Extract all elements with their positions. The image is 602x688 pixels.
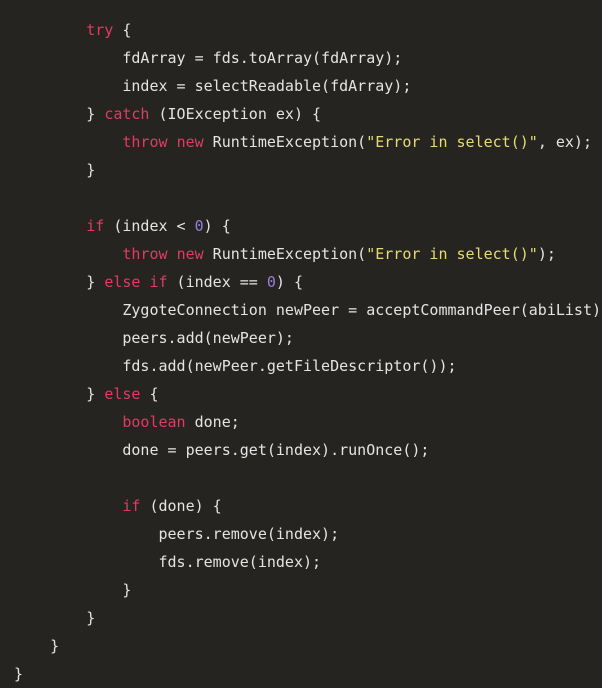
code-line[interactable]: index = selectReadable(fdArray); [0, 72, 602, 100]
code-token-kw: if [86, 217, 105, 235]
code-token-plain: } [50, 637, 60, 655]
code-token-plain: RuntimeException( [203, 245, 367, 263]
code-token-plain: (index == [167, 273, 267, 291]
code-token-kw: else [104, 273, 141, 291]
code-token-plain: } [14, 665, 24, 683]
code-token-plain: { [113, 21, 132, 39]
code-token-plain: fdArray = fds.toArray(fdArray); [122, 49, 403, 67]
code-token-kw: throw [122, 133, 168, 151]
code-line[interactable]: boolean done; [0, 408, 602, 436]
code-token-kw: new [176, 245, 204, 263]
code-token-num: 0 [194, 217, 204, 235]
code-line[interactable]: } catch (IOException ex) { [0, 100, 602, 128]
code-line[interactable]: ZygoteConnection newPeer = acceptCommand… [0, 296, 602, 324]
code-line[interactable]: if (done) { [0, 492, 602, 520]
code-token-plain: ); [537, 245, 556, 263]
code-token-plain: } [86, 385, 105, 403]
code-token-plain: , ex); [537, 133, 592, 151]
code-token-kw: if [149, 273, 168, 291]
code-line[interactable]: fds.remove(index); [0, 548, 602, 576]
code-token-kw: catch [104, 105, 150, 123]
code-token-plain: ) { [203, 217, 231, 235]
code-token-plain: fds.add(newPeer.getFileDescriptor()); [122, 357, 457, 375]
code-block[interactable]: try { fdArray = fds.toArray(fdArray); in… [0, 16, 602, 688]
code-line[interactable]: fdArray = fds.toArray(fdArray); [0, 44, 602, 72]
code-token-kw: boolean [122, 413, 186, 431]
code-token-plain: done; [185, 413, 240, 431]
code-token-plain: RuntimeException( [203, 133, 367, 151]
code-token-kw: throw [122, 245, 168, 263]
code-token-str: "Error in select()" [366, 133, 538, 151]
code-line[interactable]: throw new RuntimeException("Error in sel… [0, 128, 602, 156]
code-line[interactable]: peers.add(newPeer); [0, 324, 602, 352]
code-token-kw: else [104, 385, 141, 403]
code-token-plain: fds.remove(index); [158, 553, 322, 571]
code-line[interactable]: done = peers.get(index).runOnce(); [0, 436, 602, 464]
code-line[interactable]: peers.remove(index); [0, 520, 602, 548]
code-token-plain: (index < [104, 217, 195, 235]
code-line-blank[interactable] [0, 464, 602, 492]
code-token-plain: } [86, 273, 105, 291]
code-line[interactable]: } [0, 660, 602, 688]
code-token-kw: try [86, 21, 114, 39]
code-token-plain: { [140, 385, 159, 403]
code-token-plain: peers.add(newPeer); [122, 329, 294, 347]
code-line[interactable]: fds.add(newPeer.getFileDescriptor()); [0, 352, 602, 380]
code-token-plain: } [86, 609, 96, 627]
code-token-plain: } [86, 105, 105, 123]
code-token-plain: ZygoteConnection newPeer = acceptCommand… [122, 301, 602, 319]
code-token-kw: if [122, 497, 141, 515]
code-token-plain: } [122, 581, 132, 599]
code-line[interactable]: try { [0, 16, 602, 44]
code-token-str: "Error in select()" [366, 245, 538, 263]
code-line[interactable]: if (index < 0) { [0, 212, 602, 240]
code-token-plain: (done) { [140, 497, 222, 515]
code-line[interactable]: } else { [0, 380, 602, 408]
code-line[interactable]: } [0, 156, 602, 184]
code-token-plain: peers.remove(index); [158, 525, 340, 543]
code-line[interactable]: } [0, 576, 602, 604]
code-line[interactable]: } [0, 604, 602, 632]
code-line[interactable]: throw new RuntimeException("Error in sel… [0, 240, 602, 268]
code-token-plain: } [86, 161, 96, 179]
code-editor-surface: try { fdArray = fds.toArray(fdArray); in… [0, 0, 602, 683]
code-token-plain: ) { [275, 273, 303, 291]
code-line[interactable]: } [0, 632, 602, 660]
code-token-kw: new [176, 133, 204, 151]
code-token-plain: (IOException ex) { [149, 105, 322, 123]
code-line[interactable]: } else if (index == 0) { [0, 268, 602, 296]
code-token-plain: done = peers.get(index).runOnce(); [122, 441, 430, 459]
code-token-plain: index = selectReadable(fdArray); [122, 77, 412, 95]
code-token-num: 0 [266, 273, 276, 291]
code-line-blank[interactable] [0, 184, 602, 212]
